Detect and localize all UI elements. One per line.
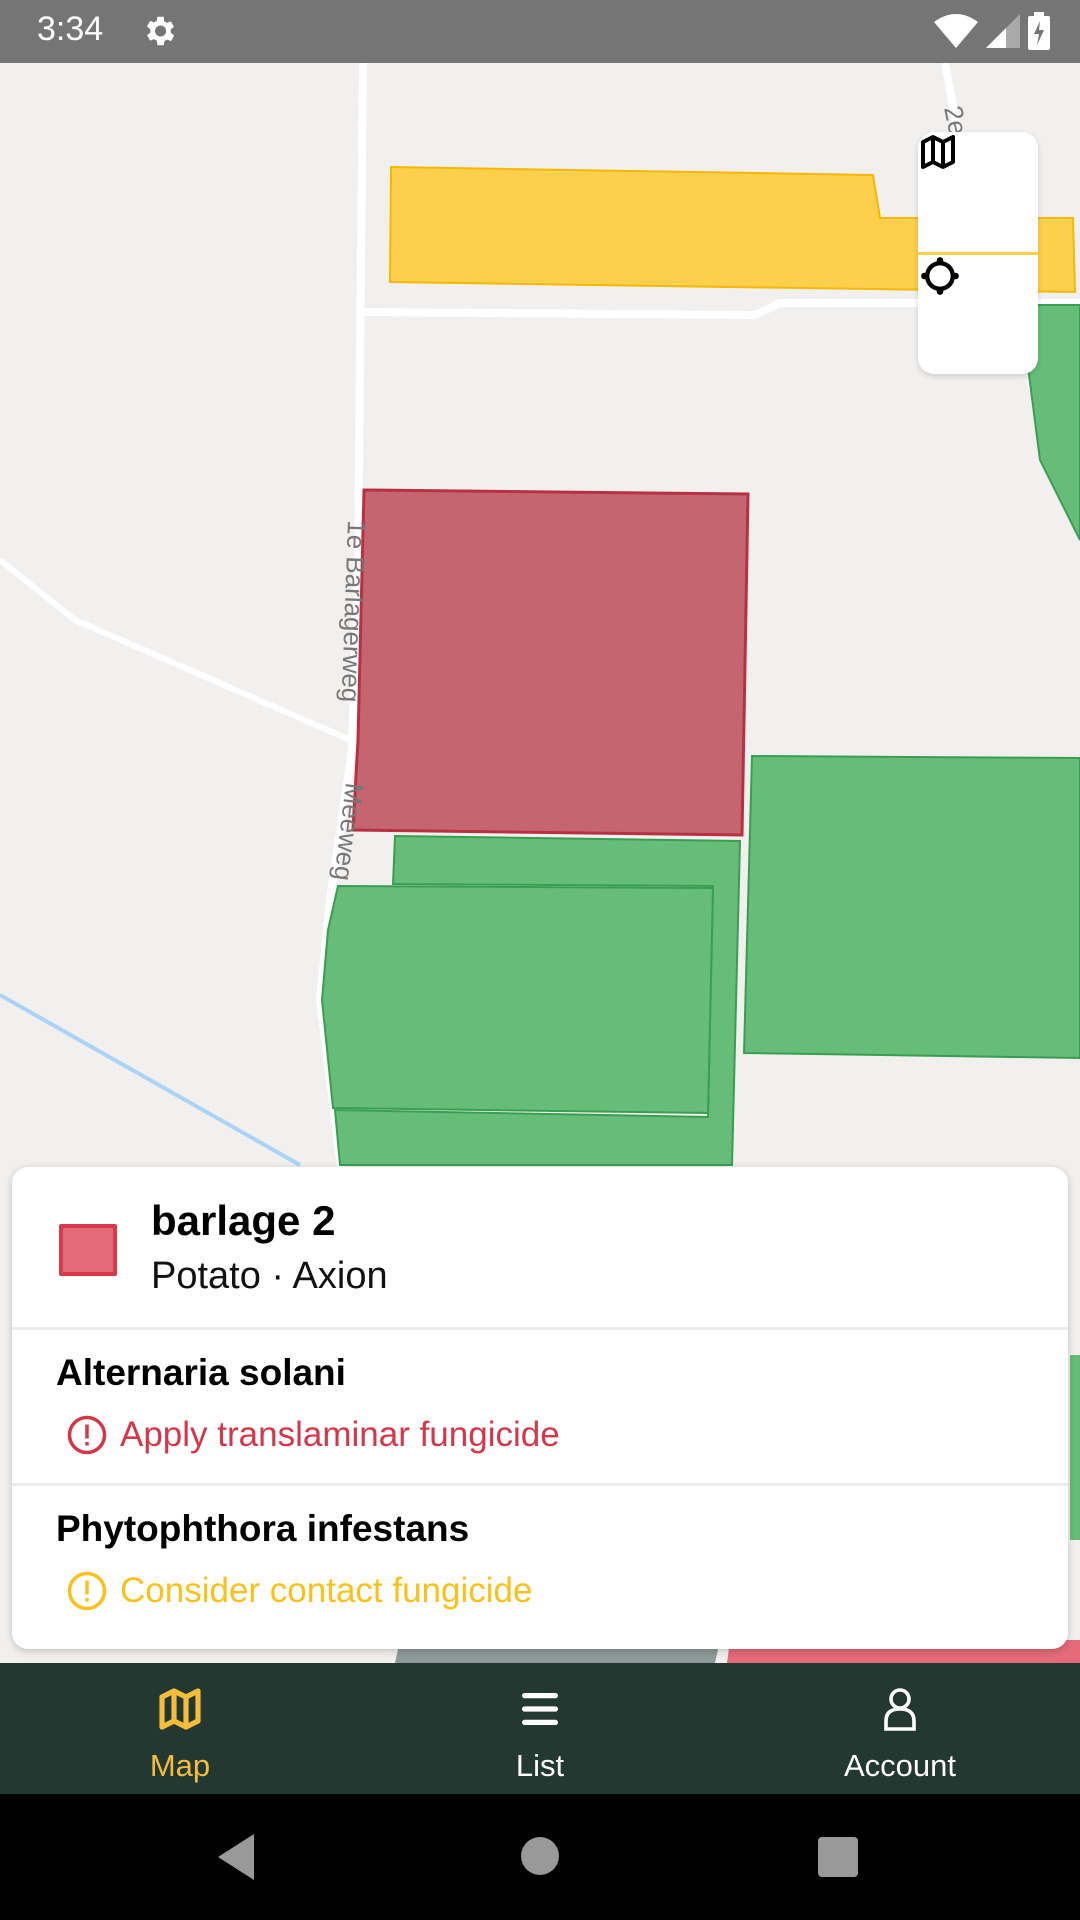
road-label: 1e Barlagerweg — [336, 520, 372, 703]
map-icon — [159, 1688, 201, 1730]
field-polygon-ok — [320, 884, 715, 1115]
advice-text: Apply translaminar fungicide — [120, 1415, 560, 1454]
crosshair-icon — [921, 257, 959, 295]
alert-circle-icon — [67, 1415, 107, 1455]
wifi-icon — [934, 14, 978, 48]
map-layers-button[interactable] — [918, 132, 1038, 252]
field-color-swatch — [59, 1224, 117, 1276]
field-crop-variety: Potato · Axion — [151, 1255, 388, 1297]
disease-name: Alternaria solani — [56, 1352, 346, 1393]
nav-label: List — [515, 1748, 565, 1783]
status-time: 3:34 — [37, 10, 104, 48]
advice-text: Consider contact fungicide — [120, 1571, 533, 1610]
nav-label: Account — [843, 1748, 956, 1783]
signal-icon — [986, 14, 1020, 48]
battery-charging-icon — [1028, 12, 1050, 50]
alert-circle-icon — [67, 1571, 107, 1611]
disease-item[interactable]: Alternaria solani Apply translaminar fun… — [12, 1330, 1068, 1482]
person-icon — [884, 1688, 916, 1731]
field-polygon-ok — [742, 754, 1080, 1060]
disease-advice: Consider contact fungicide — [66, 1570, 532, 1612]
status-bar: 3:34 — [0, 0, 1080, 63]
back-icon[interactable] — [214, 1834, 258, 1880]
disease-name: Phytophthora infestans — [56, 1508, 470, 1549]
field-header[interactable]: barlage 2 Potato · Axion — [12, 1167, 1068, 1327]
nav-label: Map — [149, 1748, 211, 1783]
list-icon — [522, 1693, 558, 1725]
field-polygon-selected — [351, 488, 750, 837]
my-location-button[interactable] — [918, 254, 1038, 374]
nav-tab-map[interactable]: Map — [0, 1663, 360, 1794]
system-navigation-bar — [0, 1794, 1080, 1920]
field-info-card[interactable]: barlage 2 Potato · Axion Alternaria sola… — [12, 1167, 1068, 1649]
disease-item[interactable]: Phytophthora infestans Consider contact … — [12, 1486, 1068, 1638]
disease-advice: Apply translaminar fungicide — [66, 1414, 560, 1456]
home-icon[interactable] — [520, 1836, 560, 1876]
nav-tab-list[interactable]: List — [360, 1663, 720, 1794]
field-name: barlage 2 — [151, 1197, 336, 1244]
map-icon — [921, 135, 955, 169]
settings-icon — [146, 16, 175, 46]
field-polygon-ok — [1070, 1355, 1080, 1540]
bottom-navigation: Map List Account — [0, 1663, 1080, 1794]
nav-tab-account[interactable]: Account — [720, 1663, 1080, 1794]
recents-icon[interactable] — [818, 1837, 858, 1877]
map-controls — [918, 132, 1038, 374]
